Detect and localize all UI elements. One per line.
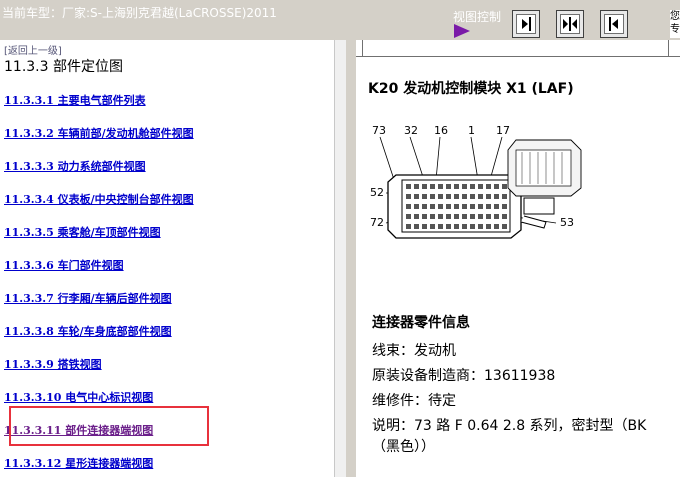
pin-label-32: 32: [404, 124, 418, 137]
pin-label-17: 17: [496, 124, 510, 137]
connector-diagram: 73 32 16 1 17 52 72 33 53: [370, 124, 582, 239]
toc-link-doors[interactable]: 11.3.3.6 车门部件视图: [4, 257, 124, 273]
connector-info-heading: 连接器零件信息: [372, 315, 470, 331]
pin-label-1: 1: [468, 124, 475, 137]
section-title: 11.3.3 部件定位图: [4, 59, 123, 75]
content-panel: K20 发动机控制模块 X1 (LAF) 73 32 16 1 17 52 72…: [356, 40, 680, 477]
expand-right-icon: [516, 14, 536, 34]
description-line: 说明：73 路 F 0.64 2.8 系列，密封型（BK: [372, 418, 647, 434]
pin-label-53: 53: [560, 216, 574, 229]
back-link[interactable]: [返回上一级]: [4, 42, 62, 57]
toc-link-wheels-underbody[interactable]: 11.3.3.8 车轮/车身底部部件视图: [4, 323, 172, 339]
toc-link-trunk-rear[interactable]: 11.3.3.7 行李厢/车辆后部件视图: [4, 290, 172, 306]
view-control-arrow-icon[interactable]: [454, 24, 470, 38]
show-left-panel-button[interactable]: [600, 10, 628, 38]
toc-panel: [返回上一级] 11.3.3 部件定位图 11.3.3.1 主要电气部件列表 1…: [0, 40, 334, 477]
toc-link-powertrain[interactable]: 11.3.3.3 动力系统部件视图: [4, 158, 146, 174]
service-part-line: 维修件：待定: [372, 393, 456, 409]
harness-line: 线束：发动机: [372, 343, 456, 359]
toc-link-cabin-roof[interactable]: 11.3.3.5 乘客舱/车顶部件视图: [4, 224, 161, 240]
highlight-box: [9, 406, 209, 446]
oem-line: 原装设备制造商：13611938: [372, 368, 556, 384]
title-bar: 当前车型：厂家:S-上海别克君越(LaCROSSE)2011 视图控制 您的专 …: [0, 0, 680, 41]
pin-label-16: 16: [434, 124, 448, 137]
toc-link-main-electrical[interactable]: 11.3.3.1 主要电气部件列表: [4, 92, 146, 108]
module-title: K20 发动机控制模块 X1 (LAF): [368, 81, 574, 97]
current-car-title: 当前车型：厂家:S-上海别克君越(LaCROSSE)2011: [2, 6, 277, 20]
user-info-line2[interactable]: 87038: [670, 36, 680, 38]
pin-label-73: 73: [372, 124, 386, 137]
split-view-button[interactable]: [556, 10, 584, 38]
show-right-panel-button[interactable]: [512, 10, 540, 38]
pin-label-52: 52: [370, 186, 384, 199]
toc-link-electrical-center[interactable]: 11.3.3.10 电气中心标识视图: [4, 389, 153, 405]
panel-splitter[interactable]: [346, 40, 356, 477]
user-info-line1: 您的专: [670, 11, 680, 35]
toc-link-dashboard[interactable]: 11.3.3.4 仪表板/中央控制台部件视图: [4, 191, 194, 207]
split-icon: [560, 14, 580, 34]
content-top-rule: [356, 40, 680, 57]
user-info: 您的专 87038: [670, 10, 680, 38]
description-line-2: （黑色））: [372, 439, 435, 455]
toc-link-front-engine[interactable]: 11.3.3.2 车辆前部/发动机舱部件视图: [4, 125, 194, 141]
expand-left-icon: [604, 14, 624, 34]
pin-label-72: 72: [370, 216, 384, 229]
left-scrollbar[interactable]: [334, 40, 346, 477]
toc-link-star-connector[interactable]: 11.3.3.12 星形连接器端视图: [4, 455, 153, 471]
toc-link-ground[interactable]: 11.3.3.9 搭铁视图: [4, 356, 102, 372]
view-control-label: 视图控制: [453, 10, 502, 24]
